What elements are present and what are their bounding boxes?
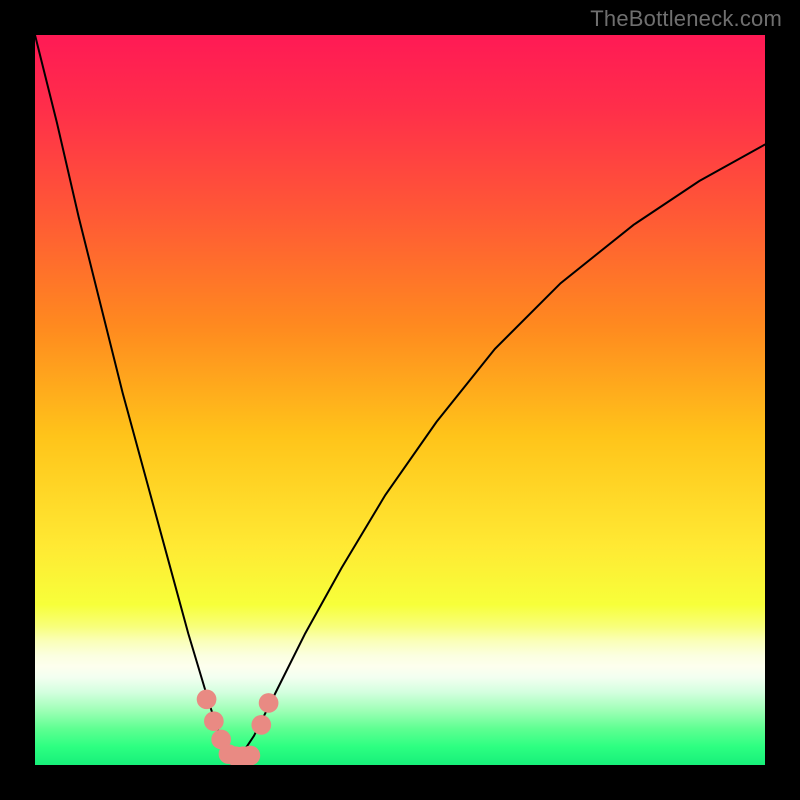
dot-8 bbox=[251, 715, 271, 735]
plot-area bbox=[35, 35, 765, 765]
dot-2 bbox=[204, 711, 224, 731]
bottleneck-curve bbox=[35, 35, 765, 765]
chart-frame: TheBottleneck.com bbox=[0, 0, 800, 800]
curve-path bbox=[35, 35, 765, 765]
dot-7 bbox=[240, 746, 260, 765]
watermark-text: TheBottleneck.com bbox=[590, 6, 782, 32]
dot-1 bbox=[197, 689, 217, 709]
curve-markers bbox=[197, 689, 279, 765]
dot-9 bbox=[259, 693, 279, 713]
